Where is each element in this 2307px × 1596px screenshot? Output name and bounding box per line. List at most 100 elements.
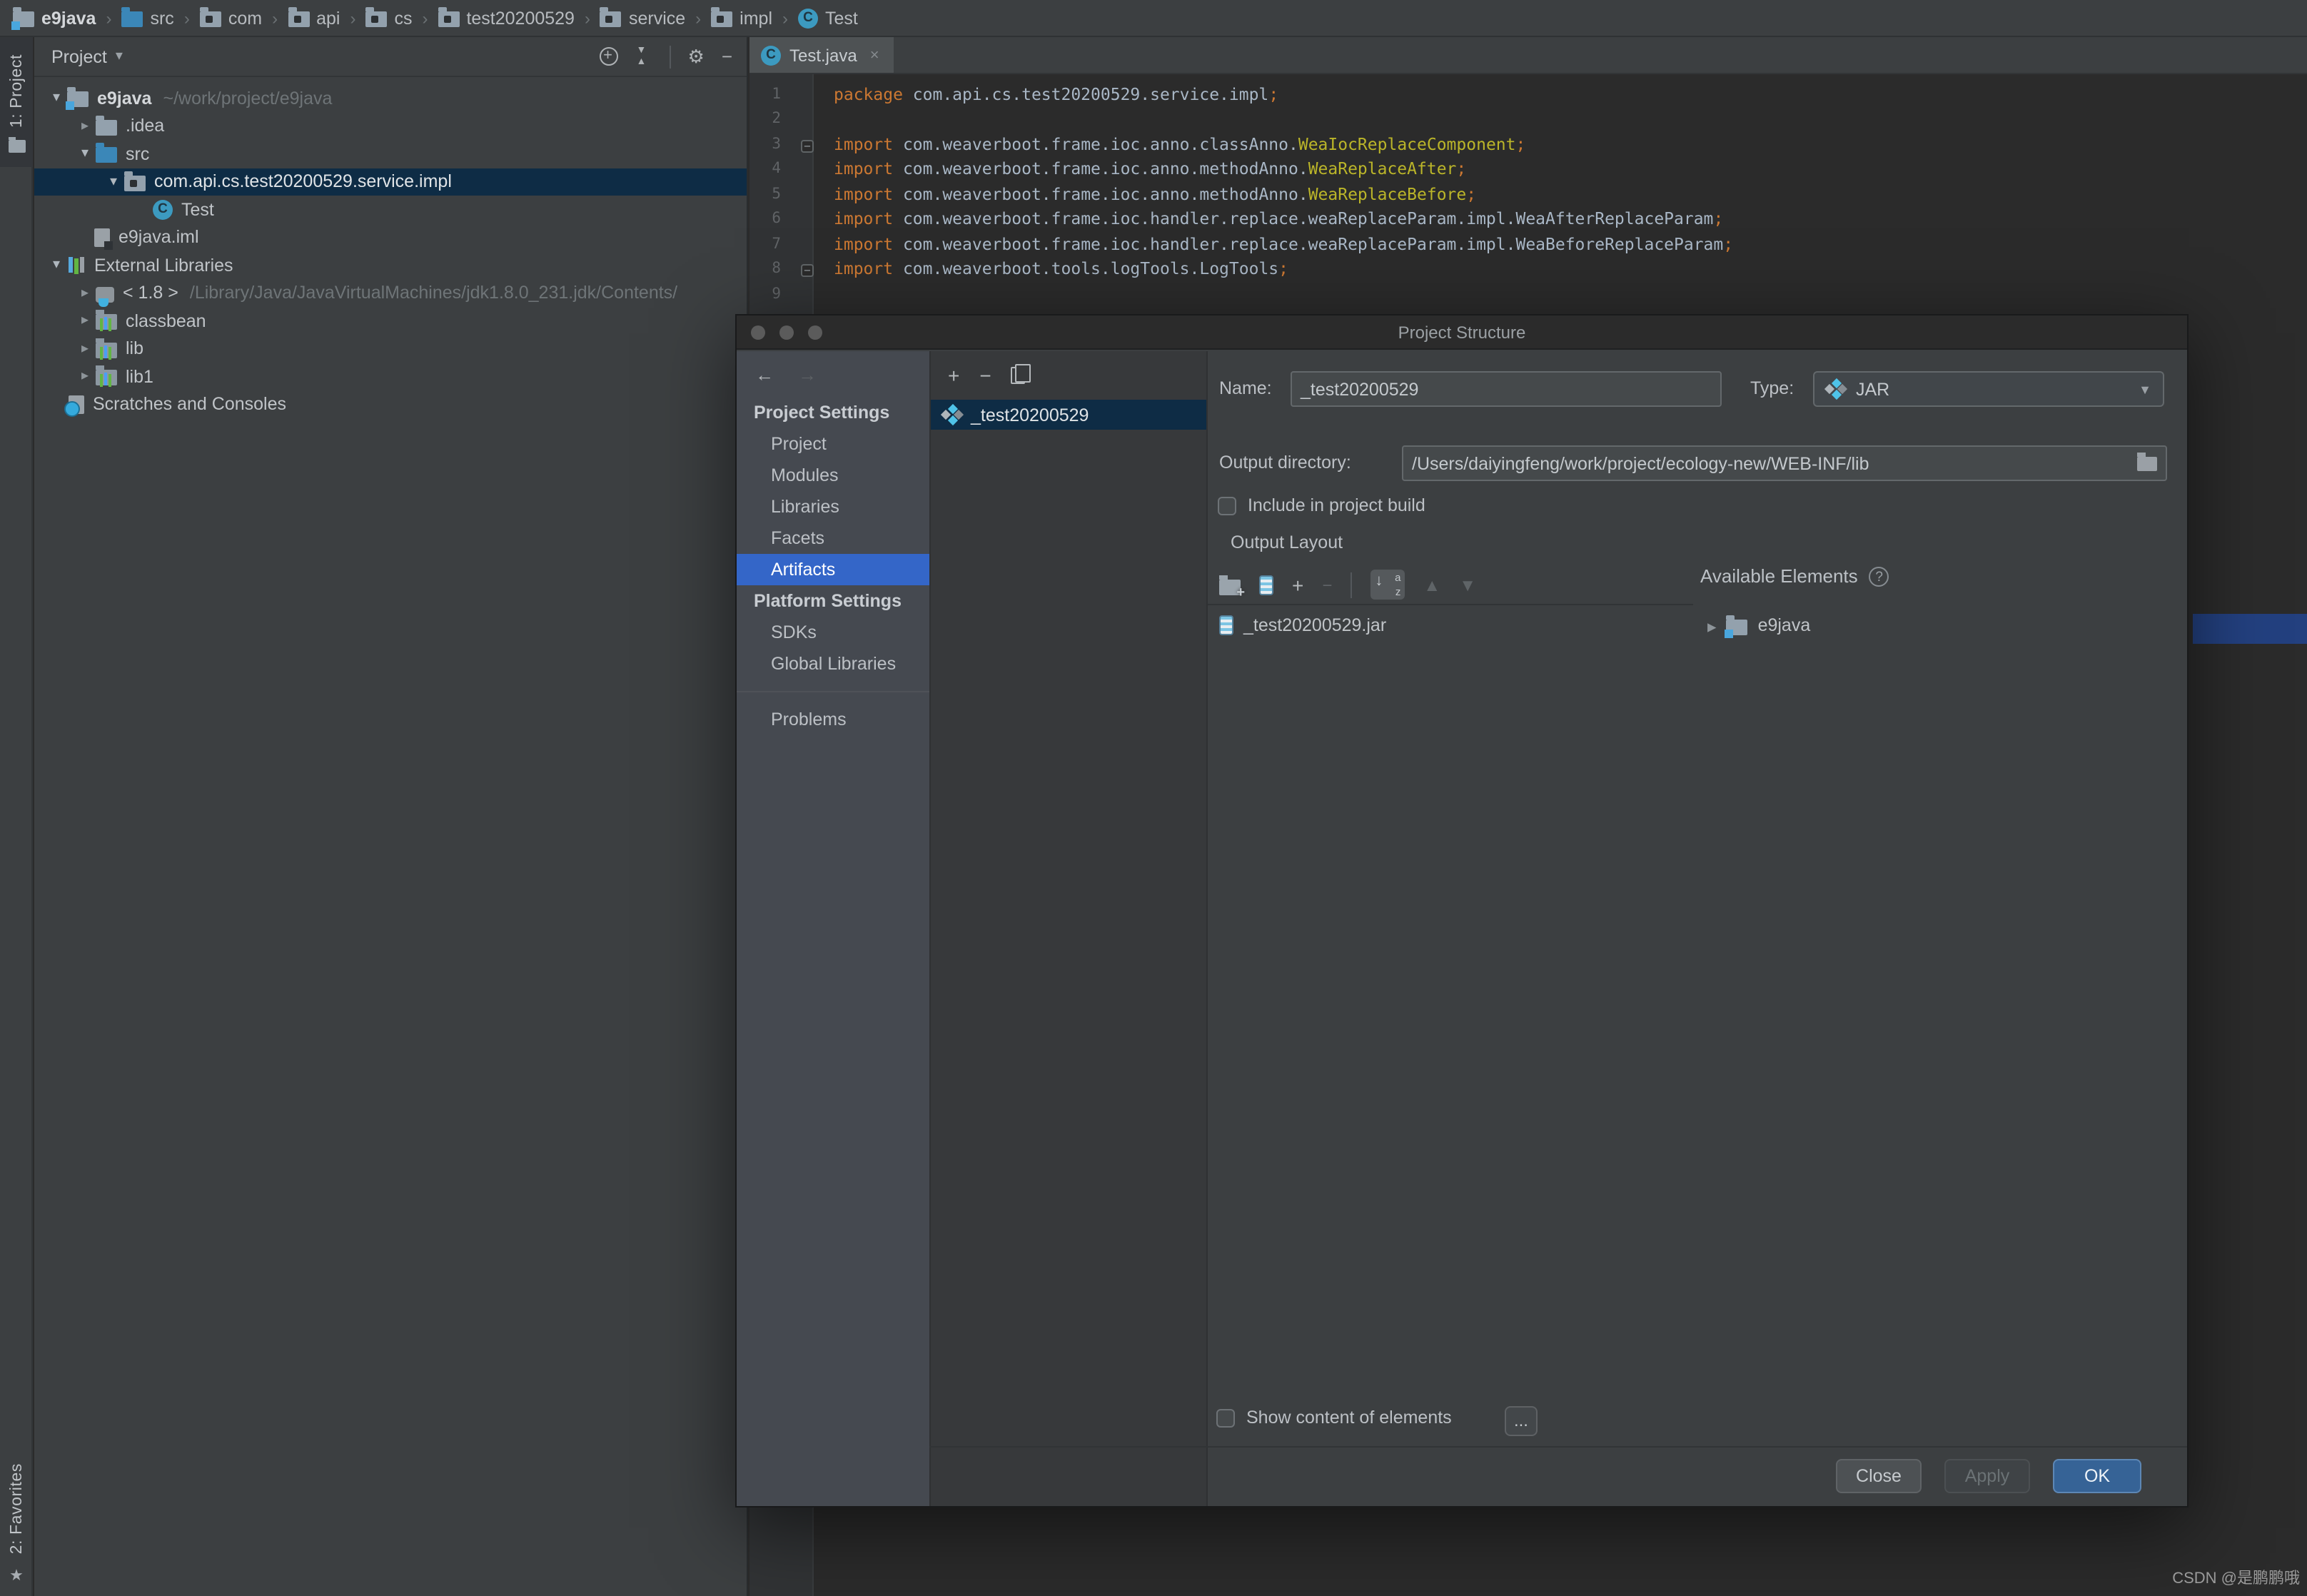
available-element-row[interactable]: e9java [1707, 611, 1810, 640]
back-icon[interactable] [755, 363, 774, 385]
project-structure-dialog: Project Structure Project Settings Proje… [735, 314, 2189, 1507]
help-icon[interactable]: ? [1869, 566, 1889, 586]
chevron-right-icon[interactable] [74, 313, 96, 329]
nav-item-problems[interactable]: Problems [737, 704, 929, 735]
breadcrumb-item-test-class[interactable]: Test [798, 8, 858, 28]
chevron-down-icon[interactable] [74, 146, 96, 162]
project-panel-title[interactable]: Project [51, 46, 107, 66]
chevron-right-icon[interactable] [74, 369, 96, 385]
project-tool-window: Project ▾ e9java ~/work/project/e9java .… [34, 37, 748, 1596]
tree-row-package-selected[interactable]: com.api.cs.test20200529.service.impl [34, 168, 747, 196]
close-window-icon[interactable] [751, 325, 765, 340]
chevron-right-icon[interactable] [74, 286, 96, 301]
nav-item-modules[interactable]: Modules [737, 460, 929, 491]
nav-item-sdks[interactable]: SDKs [737, 617, 929, 648]
tool-window-tab-favorites[interactable]: 2: Favorites [0, 1455, 33, 1593]
nav-header-platform-settings: Platform Settings [754, 591, 902, 611]
chevron-right-icon[interactable] [74, 118, 96, 134]
breadcrumb-item-module[interactable]: e9java [11, 7, 96, 30]
output-directory-field[interactable]: /Users/daiyingfeng/work/project/ecology-… [1402, 445, 2167, 481]
add-artifact-icon[interactable] [948, 364, 959, 387]
show-content-checkbox[interactable] [1216, 1408, 1235, 1427]
tab-test-java[interactable]: Test.java [749, 37, 894, 73]
move-down-icon[interactable] [1459, 575, 1476, 595]
tree-row-classbean[interactable]: classbean [34, 307, 747, 335]
artifact-list-toolbar [931, 351, 1206, 400]
hide-panel-icon[interactable] [722, 46, 732, 67]
create-archive-icon[interactable] [1259, 575, 1273, 595]
tree-row-e9java[interactable]: e9java ~/work/project/e9java [34, 84, 747, 112]
breadcrumb-item-test20200529[interactable]: test20200529 [438, 7, 575, 28]
external-libraries-icon [67, 256, 86, 275]
remove-artifact-icon[interactable] [979, 364, 991, 387]
breadcrumb-item-src[interactable]: src [121, 7, 174, 28]
add-directory-icon[interactable] [1219, 575, 1245, 600]
artifact-icon [940, 405, 964, 425]
remove-element-icon[interactable] [1322, 575, 1332, 595]
breadcrumb-item-service[interactable]: service [600, 7, 685, 28]
chevron-down-icon[interactable] [103, 174, 124, 190]
dialog-title-bar[interactable]: Project Structure [737, 315, 2187, 350]
ok-button[interactable]: OK [2053, 1459, 2141, 1493]
type-select[interactable]: JAR [1813, 371, 2164, 407]
package-folder-icon [288, 7, 310, 27]
name-field[interactable]: _test20200529 [1291, 371, 1722, 407]
gear-icon[interactable] [688, 45, 705, 68]
tree-row-lib1[interactable]: lib1 [34, 363, 747, 390]
library-icon [96, 338, 117, 360]
move-up-icon[interactable] [1423, 575, 1440, 595]
minimize-window-icon[interactable] [779, 325, 794, 340]
folder-icon [96, 115, 117, 136]
breadcrumb-item-impl[interactable]: impl [711, 7, 772, 28]
tree-row-test-class[interactable]: Test [34, 196, 747, 223]
add-element-icon[interactable] [1292, 573, 1303, 596]
breadcrumb-separator: › [106, 8, 112, 28]
fold-marker-icon[interactable] [801, 264, 814, 278]
nav-item-libraries[interactable]: Libraries [737, 491, 929, 522]
apply-button[interactable]: Apply [1944, 1459, 2030, 1493]
chevron-down-icon[interactable] [46, 258, 67, 273]
fold-marker-icon[interactable] [801, 139, 814, 153]
tree-row-iml[interactable]: e9java.iml [34, 223, 747, 251]
chevron-right-icon[interactable] [1707, 615, 1717, 636]
include-in-build-checkbox[interactable] [1218, 496, 1236, 515]
locate-icon[interactable] [599, 47, 618, 66]
tree-row-external-libraries[interactable]: External Libraries [34, 251, 747, 279]
tree-row-lib[interactable]: lib [34, 335, 747, 363]
close-icon[interactable] [870, 46, 879, 64]
tree-row-idea[interactable]: .idea [34, 112, 747, 140]
chevron-down-icon[interactable]: ▾ [116, 49, 123, 64]
tool-window-tab-project[interactable]: 1: Project [0, 37, 33, 167]
package-folder-icon [600, 7, 622, 27]
output-layout-jar-row[interactable]: _test20200529.jar [1219, 611, 1386, 640]
copy-artifact-icon[interactable] [1011, 364, 1031, 384]
breadcrumb-item-api[interactable]: api [288, 7, 340, 28]
settings-nav: Project Settings Project Modules Librari… [737, 351, 929, 1506]
code-line: 5 import com.weaverboot.frame.ioc.anno.me… [772, 183, 1477, 204]
maximize-window-icon[interactable] [808, 325, 822, 340]
tree-row-jdk[interactable]: < 1.8 > /Library/Java/JavaVirtualMachine… [34, 279, 747, 307]
star-icon [9, 1566, 24, 1585]
breadcrumb-item-com[interactable]: com [199, 7, 262, 28]
forward-icon[interactable] [798, 363, 817, 385]
tree-row-src[interactable]: src [34, 140, 747, 168]
nav-history-toolbar [737, 351, 929, 397]
tree-row-scratches[interactable]: Scratches and Consoles [34, 390, 747, 418]
package-folder-icon [199, 7, 221, 27]
artifact-list-item[interactable]: _test20200529 [931, 400, 1206, 430]
nav-item-global-libraries[interactable]: Global Libraries [737, 648, 929, 680]
nav-item-project[interactable]: Project [737, 428, 929, 460]
browse-folder-icon[interactable] [2137, 452, 2157, 470]
chevron-right-icon[interactable] [74, 341, 96, 357]
module-icon [66, 87, 89, 111]
close-button[interactable]: Close [1836, 1459, 1922, 1493]
nav-item-artifacts[interactable]: Artifacts [737, 554, 929, 585]
chevron-down-icon[interactable] [46, 91, 67, 106]
more-options-button[interactable]: ... [1505, 1406, 1538, 1436]
nav-item-facets[interactable]: Facets [737, 522, 929, 554]
breadcrumb-item-cs[interactable]: cs [365, 7, 412, 28]
collapse-all-icon[interactable] [635, 45, 652, 66]
available-elements-header: Available Elements ? [1700, 565, 1889, 587]
sort-alphabetically-icon[interactable]: az [1370, 570, 1405, 600]
package-folder-icon [438, 7, 460, 27]
